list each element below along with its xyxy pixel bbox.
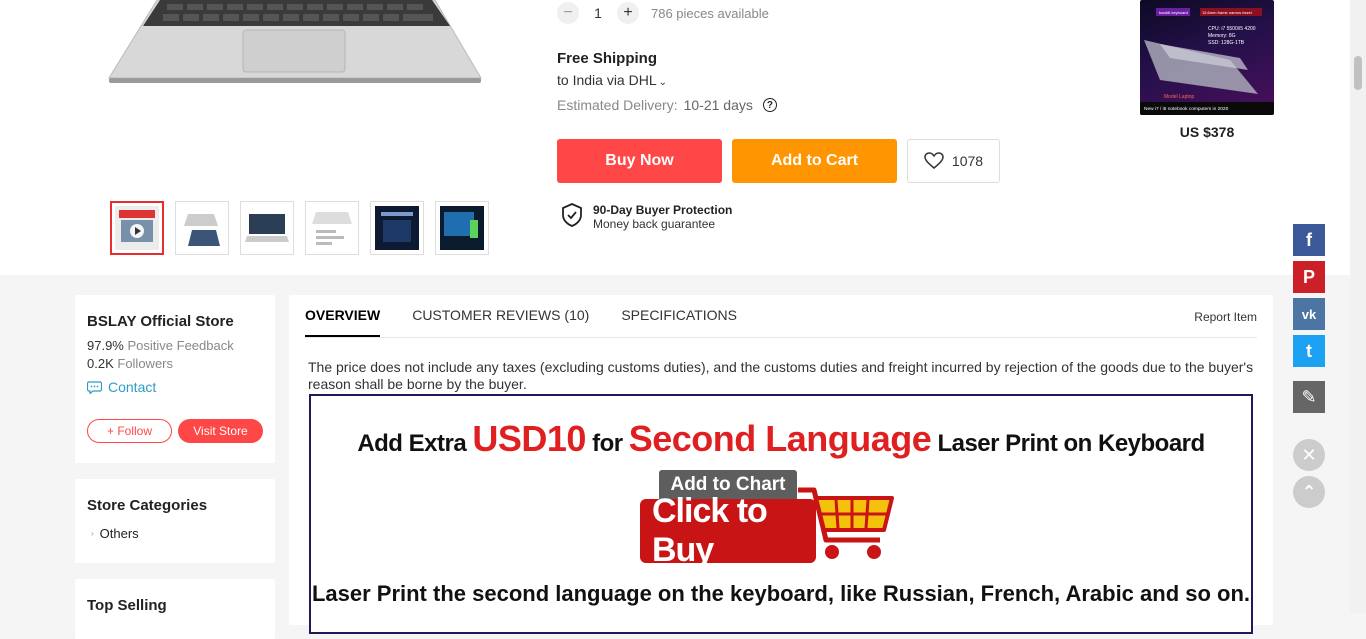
promo-ssd: SSD: 128G-1TB <box>1208 40 1245 46</box>
buy-now-button[interactable]: Buy Now <box>557 139 722 183</box>
thumbnail-strip <box>110 201 489 255</box>
promo-model: Model Laptop <box>1164 94 1195 100</box>
categories-title: Store Categories <box>87 497 208 514</box>
protection-subtitle: Money back guarantee <box>593 217 716 231</box>
chevron-down-icon: ⌄ <box>658 77 667 88</box>
top-selling-title: Top Selling <box>87 597 167 614</box>
followers-label: Followers <box>117 356 173 371</box>
chat-icon <box>87 380 102 394</box>
shipping-destination-label: to India via DHL <box>557 72 657 88</box>
store-name[interactable]: BSLAY Official Store <box>87 313 263 330</box>
quantity-decrease-button[interactable]: − <box>557 2 579 24</box>
buyer-protection: 90-Day Buyer Protection Money back guara… <box>561 203 732 231</box>
tab-overview[interactable]: OVERVIEW <box>305 307 381 337</box>
delivery-days: 10-21 days <box>683 97 753 113</box>
promo-tag2: 15.6mm frame narrow bezel <box>1202 10 1252 15</box>
second-language-banner[interactable]: Add Extra USD10 for Second Language Lase… <box>309 394 1253 634</box>
thumbnail-5[interactable] <box>370 201 424 255</box>
detail-tabs: OVERVIEW CUSTOMER REVIEWS (10) SPECIFICA… <box>305 295 1257 338</box>
store-feedback: 97.9% Positive Feedback <box>87 338 263 353</box>
help-icon[interactable]: ? <box>762 98 777 112</box>
chevron-right-icon: › <box>91 529 94 538</box>
feedback-value: 97.9% <box>87 338 124 353</box>
back-to-top-button[interactable]: ⌃ <box>1293 476 1325 508</box>
tab-customer-reviews[interactable]: CUSTOMER REVIEWS (10) <box>412 307 589 337</box>
thumbnail-video[interactable] <box>110 201 164 255</box>
top-selling-card: Top Selling <box>75 579 275 639</box>
twitter-share-button[interactable]: t <box>1293 335 1325 367</box>
laptop-promo-image: backlit keyboard 15.6mm frame narrow bez… <box>1140 8 1274 115</box>
vk-icon: vk <box>1301 306 1317 322</box>
banner-headline: Add Extra USD10 for Second Language Lase… <box>357 418 1205 459</box>
promo-memory: Memory: 8G <box>1208 33 1236 39</box>
product-main-image[interactable] <box>105 0 485 84</box>
close-icon: ✕ <box>1301 444 1317 465</box>
store-categories-card: Store Categories › Others <box>75 479 275 563</box>
thumbnail-3[interactable] <box>240 201 294 255</box>
twitter-icon: t <box>1306 340 1312 361</box>
store-info-card: BSLAY Official Store 97.9% Positive Feed… <box>75 295 275 463</box>
chevron-up-icon: ⌃ <box>1301 481 1317 502</box>
quantity-value[interactable]: 1 <box>587 5 609 21</box>
scrollbar-thumb[interactable] <box>1354 56 1362 90</box>
heart-icon <box>924 152 944 169</box>
store-actions: + Follow Visit Store <box>87 419 263 443</box>
feedback-label: Positive Feedback <box>127 338 234 353</box>
recommended-product-image[interactable]: backlit keyboard 15.6mm frame narrow bez… <box>1140 0 1274 115</box>
contact-label: Contact <box>108 379 157 395</box>
shield-check-icon <box>562 203 582 227</box>
contact-link[interactable]: Contact <box>87 379 263 395</box>
promo-cpu: CPU: i7 5500/i5 4200 <box>1208 26 1256 32</box>
store-followers: 0.2K Followers <box>87 356 263 371</box>
product-detail-panel: OVERVIEW CUSTOMER REVIEWS (10) SPECIFICA… <box>289 295 1273 634</box>
add-to-cart-button[interactable]: Add to Cart <box>732 139 897 183</box>
pencil-icon: ✎ <box>1301 386 1317 407</box>
quantity-increase-button[interactable]: + <box>617 2 639 24</box>
product-top-section: − 1 + 786 pieces available Free Shipping… <box>0 0 1350 275</box>
banner-click-to-buy[interactable]: Click to Buy <box>640 492 816 569</box>
feedback-edit-button[interactable]: ✎ <box>1293 381 1325 413</box>
shopping-cart-icon <box>798 487 894 559</box>
wishlist-count: 1078 <box>951 153 984 169</box>
delivery-label: Estimated Delivery: <box>557 97 678 113</box>
estimated-delivery: Estimated Delivery: 10-21 days ? <box>557 97 777 113</box>
category-item[interactable]: › Others <box>91 526 263 541</box>
thumbnail-2[interactable] <box>175 201 229 255</box>
follow-button[interactable]: + Follow <box>87 419 172 443</box>
play-icon <box>115 206 159 250</box>
shipping-destination[interactable]: to India via DHL ⌄ <box>557 72 667 88</box>
promo-footer: New i7 / i5 notebook computers in 2020 <box>1144 106 1229 112</box>
vk-share-button[interactable]: vk <box>1293 298 1325 330</box>
shipping-title: Free Shipping <box>557 50 658 67</box>
banner-subline: Laser Print the second language on the k… <box>311 581 1251 606</box>
promo-tag1: backlit keyboard <box>1159 10 1188 15</box>
overview-description: The price does not include any taxes (ex… <box>308 359 1254 392</box>
followers-value: 0.2K <box>87 356 114 371</box>
wishlist-button[interactable]: 1078 <box>907 139 1000 183</box>
quantity-stepper: − 1 + 786 pieces available <box>557 2 769 24</box>
report-item-link[interactable]: Report Item <box>1194 310 1257 324</box>
facebook-share-button[interactable]: f <box>1293 224 1325 256</box>
category-label: Others <box>99 526 139 541</box>
close-share-button[interactable]: ✕ <box>1293 439 1325 471</box>
recommended-price: US $378 <box>1179 124 1235 140</box>
tab-specifications[interactable]: SPECIFICATIONS <box>621 307 737 337</box>
pinterest-share-button[interactable]: P <box>1293 261 1325 293</box>
thumbnail-4[interactable] <box>305 201 359 255</box>
pinterest-icon: P <box>1302 266 1315 287</box>
protection-title: 90-Day Buyer Protection <box>593 203 733 217</box>
visit-store-button[interactable]: Visit Store <box>178 419 263 443</box>
thumbnail-6[interactable] <box>435 201 489 255</box>
page-scrollbar[interactable] <box>1350 0 1366 613</box>
stock-available: 786 pieces available <box>651 5 769 21</box>
facebook-icon: f <box>1306 229 1312 250</box>
